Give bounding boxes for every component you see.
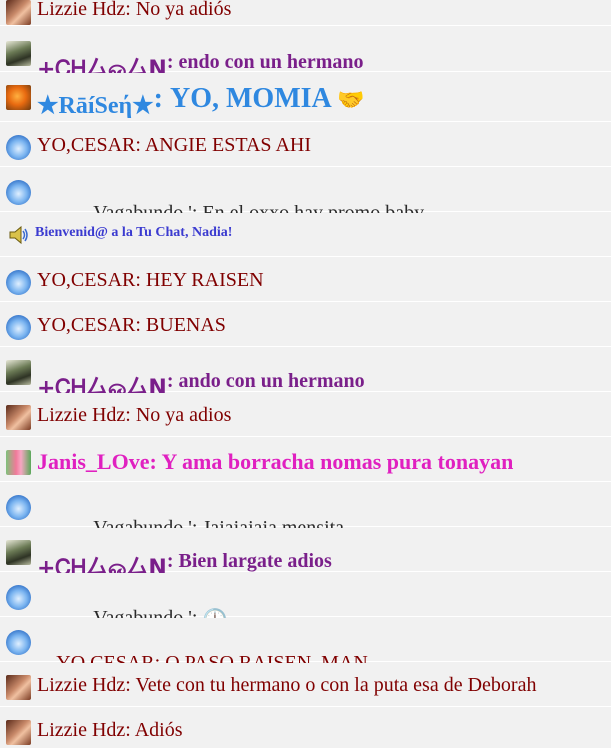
fox-avatar-icon[interactable]	[6, 85, 31, 110]
welcome-text: Bienvenid@ a la Tu Chat, Nadia!	[35, 225, 233, 240]
chat-message: ★RāíSeή★: YO, MOMIA 🤝	[0, 73, 611, 122]
chat-message: Lizzie Hdz: Adiós	[0, 708, 611, 749]
chat-message: Lizzie Hdz: No ya adios	[0, 393, 611, 437]
chat-message: +ᏟᎻ厶ஓ厶Ν: Bien largate adios	[0, 528, 611, 581]
message-text: Lizzie Hdz: No ya adios	[37, 404, 232, 426]
message-text: Janis_LOve: Y ama borracha nomas pura to…	[37, 449, 514, 474]
chat-message: - Vagabundo ': 🕛	[0, 573, 611, 631]
chat-message: +ᏟᎻ厶ஓ厶Ν: endo con un hermano	[0, 27, 611, 82]
flowers-avatar-icon[interactable]	[6, 450, 31, 475]
chat-message: Lizzie Hdz: Vete con tu hermano o con la…	[0, 663, 611, 707]
chat-message: +ᏟᎻ厶ஓ厶Ν: ando con un hermano	[0, 348, 611, 401]
chat-message: YO,CESAR: BUENAS	[0, 303, 611, 347]
swirl-avatar-icon[interactable]	[6, 180, 31, 205]
profile-photo-icon[interactable]	[6, 405, 31, 430]
chat-message: - Vagabundo ': En el oxxo hay promo baby…	[0, 168, 611, 224]
profile-photo-icon[interactable]	[6, 41, 31, 66]
handshake-icon: 🤝	[337, 88, 365, 114]
swirl-avatar-icon[interactable]	[6, 135, 31, 160]
profile-photo-icon[interactable]	[6, 675, 31, 700]
chat-message: Lizzie Hdz: No ya adiós	[0, 0, 611, 26]
swirl-avatar-icon[interactable]	[6, 315, 31, 340]
swirl-avatar-icon[interactable]	[6, 630, 31, 655]
message-text: Lizzie Hdz: Adiós	[37, 719, 183, 741]
message-text: ★RāíSeή★: YO, MOMIA 🤝	[37, 83, 365, 119]
chat-message: - Vagabundo ': Jajajajaja mensita	[0, 483, 611, 539]
message-text: +ᏟᎻ厶ஓ厶Ν: ando con un hermano	[37, 370, 365, 401]
speaker-icon	[8, 225, 33, 250]
profile-photo-icon[interactable]	[6, 0, 31, 25]
message-text: Lizzie Hdz: No ya adiós	[37, 0, 232, 20]
message-text: YO,CESAR: BUENAS	[37, 314, 226, 336]
profile-photo-icon[interactable]	[6, 540, 31, 565]
profile-photo-icon[interactable]	[6, 720, 31, 745]
chat-message: YO,CESAR: ANGIE ESTAS AHI	[0, 123, 611, 167]
message-text: +ᏟᎻ厶ஓ厶Ν: endo con un hermano	[37, 51, 364, 82]
chat-message: Janis_LOve: Y ama borracha nomas pura to…	[0, 438, 611, 482]
swirl-avatar-icon[interactable]	[6, 585, 31, 610]
message-text: +ᏟᎻ厶ஓ厶Ν: Bien largate adios	[37, 550, 332, 581]
message-text: YO,CESAR: HEY RAISEN	[37, 269, 264, 291]
system-message: Bienvenid@ a la Tu Chat, Nadia!	[0, 213, 611, 257]
message-text: YO,CESAR: ANGIE ESTAS AHI	[37, 134, 311, 156]
chat-message: YO,CESAR: HEY RAISEN	[0, 258, 611, 302]
chat-message: YO,CESAR: Q PASO RAISEN MAN	[0, 618, 611, 674]
swirl-avatar-icon[interactable]	[6, 495, 31, 520]
message-text: Lizzie Hdz: Vete con tu hermano o con la…	[37, 674, 537, 696]
profile-photo-icon[interactable]	[6, 360, 31, 385]
swirl-avatar-icon[interactable]	[6, 270, 31, 295]
